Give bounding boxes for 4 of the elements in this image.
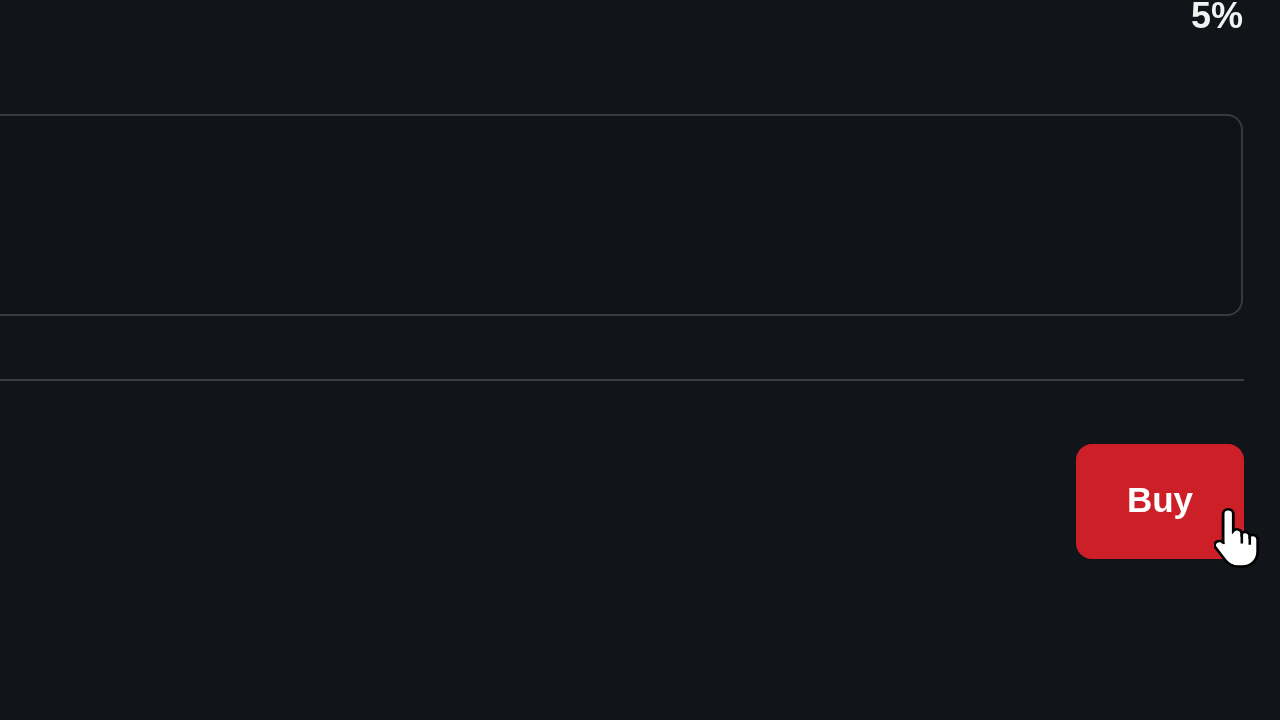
text-area-field[interactable] — [0, 114, 1243, 316]
hand-cursor-icon — [1214, 508, 1260, 568]
buy-button[interactable]: Buy — [1076, 444, 1244, 559]
percentage-label: 5% — [1190, 0, 1243, 34]
